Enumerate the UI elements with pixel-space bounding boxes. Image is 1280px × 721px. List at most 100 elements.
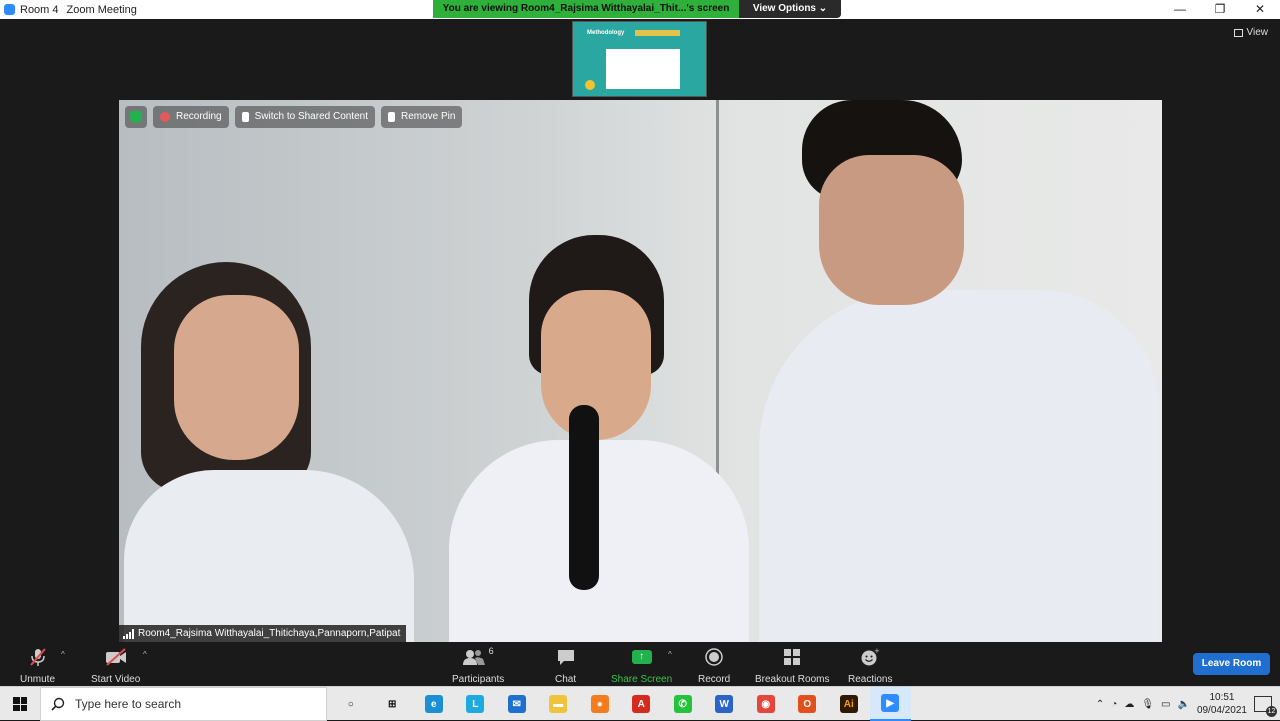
breakout-rooms-icon: [783, 646, 801, 668]
onedrive-icon[interactable]: ☁: [1124, 699, 1134, 710]
volume-icon[interactable]: 🔈: [1177, 699, 1189, 710]
video-options-chevron-icon[interactable]: ^: [143, 650, 147, 659]
smiley-icon: +: [860, 646, 880, 668]
switch-to-shared-content-button[interactable]: Switch to Shared Content: [234, 106, 375, 128]
svg-text:+: +: [874, 647, 880, 655]
pinned-video[interactable]: Recording Switch to Shared Content Remov…: [119, 100, 1162, 642]
participant-middle-shirt: [449, 440, 749, 642]
taskbar-app-file-explorer[interactable]: ▬: [538, 687, 580, 721]
thumbnail-arrows-graphic: [635, 30, 680, 36]
share-screen-icon-wrap: ↑: [631, 646, 652, 668]
taskbar-app-chrome[interactable]: ◉: [745, 687, 787, 721]
edge-icon: e: [424, 695, 443, 713]
view-button-label: View: [1246, 27, 1269, 38]
taskbar-app-cortana[interactable]: ○: [330, 687, 372, 721]
windows-taskbar: Type here to search ○ ⊞ e L ✉ ▬ ● A ✆ W ◉ O Ai ▶ ⌃ ◔ …: [0, 686, 1280, 721]
participant-left-shirt: [124, 470, 414, 642]
taskbar-app-task-view[interactable]: ⊞: [372, 687, 414, 721]
breakout-rooms-button[interactable]: Breakout Rooms: [755, 646, 829, 685]
restore-button[interactable]: ❐: [1200, 0, 1240, 19]
window-controls: — ❐ ✕: [1160, 0, 1280, 19]
participant-right-shirt: [759, 290, 1159, 642]
breakout-rooms-label: Breakout Rooms: [755, 674, 830, 685]
cortana-icon: ○: [341, 695, 360, 713]
unmute-button[interactable]: Unmute: [20, 646, 55, 685]
participants-label: Participants: [452, 674, 505, 685]
file-explorer-icon: ▬: [549, 695, 568, 713]
viewing-screen-banner: You are viewing Room4_Rajsima Witthayala…: [433, 0, 739, 18]
taskbar-app-acrobat[interactable]: A: [621, 687, 663, 721]
recording-indicator[interactable]: Recording: [153, 106, 229, 128]
word-icon: W: [715, 695, 734, 713]
taskbar-app-zoom[interactable]: ▶: [869, 687, 911, 721]
battery-icon[interactable]: ▭: [1161, 699, 1170, 710]
video-toolbar: Recording Switch to Shared Content Remov…: [125, 106, 463, 128]
taskbar-app-illustrator[interactable]: Ai: [828, 687, 870, 721]
clock[interactable]: 10:51 09/04/2021: [1197, 691, 1247, 717]
microphone-image: [569, 405, 599, 590]
reactions-label: Reactions: [848, 674, 893, 685]
grid-view-icon: [1233, 28, 1243, 37]
chat-button[interactable]: Chat: [555, 646, 576, 685]
record-icon: [705, 646, 723, 668]
view-options-button[interactable]: View Options ⌄: [739, 0, 841, 18]
clock-date: 09/04/2021: [1196, 705, 1247, 716]
remove-pin-label: Remove Pin: [401, 111, 456, 122]
participant-name-tag: Room4_Rajsima Witthayalai_Thitichaya,Pan…: [119, 625, 407, 642]
record-label: Record: [698, 674, 731, 685]
zoom-icon: ▶: [881, 694, 900, 712]
firefox-icon: ●: [590, 695, 609, 713]
window-title: Room 4 Zoom Meeting: [20, 4, 137, 16]
signal-strength-icon: [123, 628, 134, 639]
start-video-button[interactable]: Start Video: [91, 646, 140, 685]
remove-pin-button[interactable]: Remove Pin: [381, 106, 463, 128]
clock-time: 10:51: [1209, 692, 1235, 703]
shared-screen-thumbnail[interactable]: Methodology: [572, 21, 707, 97]
window-app-name: Zoom Meeting: [66, 3, 137, 16]
mail-icon: ✉: [507, 695, 526, 713]
action-center-icon[interactable]: 12: [1254, 696, 1277, 717]
view-button[interactable]: View: [1233, 27, 1269, 38]
close-button[interactable]: ✕: [1240, 0, 1280, 19]
taskbar-app-firefox[interactable]: ●: [579, 687, 621, 721]
taskbar-app-office[interactable]: O: [787, 687, 829, 721]
taskbar-app-edge[interactable]: e: [413, 687, 455, 721]
microphone-tray-icon[interactable]: 🎙: [1141, 699, 1154, 710]
zoom-logo-icon: [4, 4, 15, 15]
record-button[interactable]: Record: [698, 646, 730, 685]
record-dot-icon: [160, 112, 170, 122]
acrobat-icon: A: [632, 695, 651, 713]
start-button[interactable]: [0, 687, 40, 721]
pin-icon: [241, 112, 249, 122]
leave-room-button[interactable]: Leave Room: [1193, 653, 1270, 675]
video-off-icon: [104, 646, 128, 668]
meeting-area: View Methodology Recording Switch to Sha…: [0, 19, 1280, 642]
taskbar-app-mail[interactable]: ✉: [496, 687, 538, 721]
participants-icon: 6: [462, 646, 494, 668]
whatsapp-icon: ✆: [673, 695, 692, 713]
l-app-icon: L: [466, 695, 485, 713]
taskbar-app-l-app[interactable]: L: [455, 687, 497, 721]
taskbar-search-box[interactable]: Type here to search: [40, 687, 327, 721]
share-screen-button[interactable]: ↑ Share Screen: [611, 646, 672, 685]
share-screen-label: Share Screen: [611, 674, 673, 685]
share-screen-icon: ↑: [631, 650, 652, 664]
reactions-button[interactable]: + Reactions: [848, 646, 892, 685]
thumbnail-slide-title: Methodology: [587, 30, 625, 36]
share-options-chevron-icon[interactable]: ^: [668, 650, 672, 659]
audio-options-chevron-icon[interactable]: ^: [61, 650, 65, 659]
participants-count: 6: [488, 646, 494, 656]
network-icon[interactable]: ◔: [1111, 699, 1117, 710]
recording-label: Recording: [176, 111, 222, 122]
participant-left-face: [174, 295, 299, 460]
minimize-button[interactable]: —: [1160, 0, 1200, 19]
show-hidden-icons-chevron-icon[interactable]: ⌃: [1096, 699, 1104, 710]
participants-button[interactable]: 6 Participants: [452, 646, 504, 685]
thumbnail-dot-graphic: [585, 80, 595, 90]
illustrator-icon: Ai: [839, 695, 858, 713]
security-shield-button[interactable]: [125, 106, 147, 128]
chat-icon: [556, 646, 576, 668]
taskbar-app-whatsapp[interactable]: ✆: [662, 687, 704, 721]
taskbar-app-word[interactable]: W: [704, 687, 746, 721]
shield-icon: [130, 111, 142, 123]
